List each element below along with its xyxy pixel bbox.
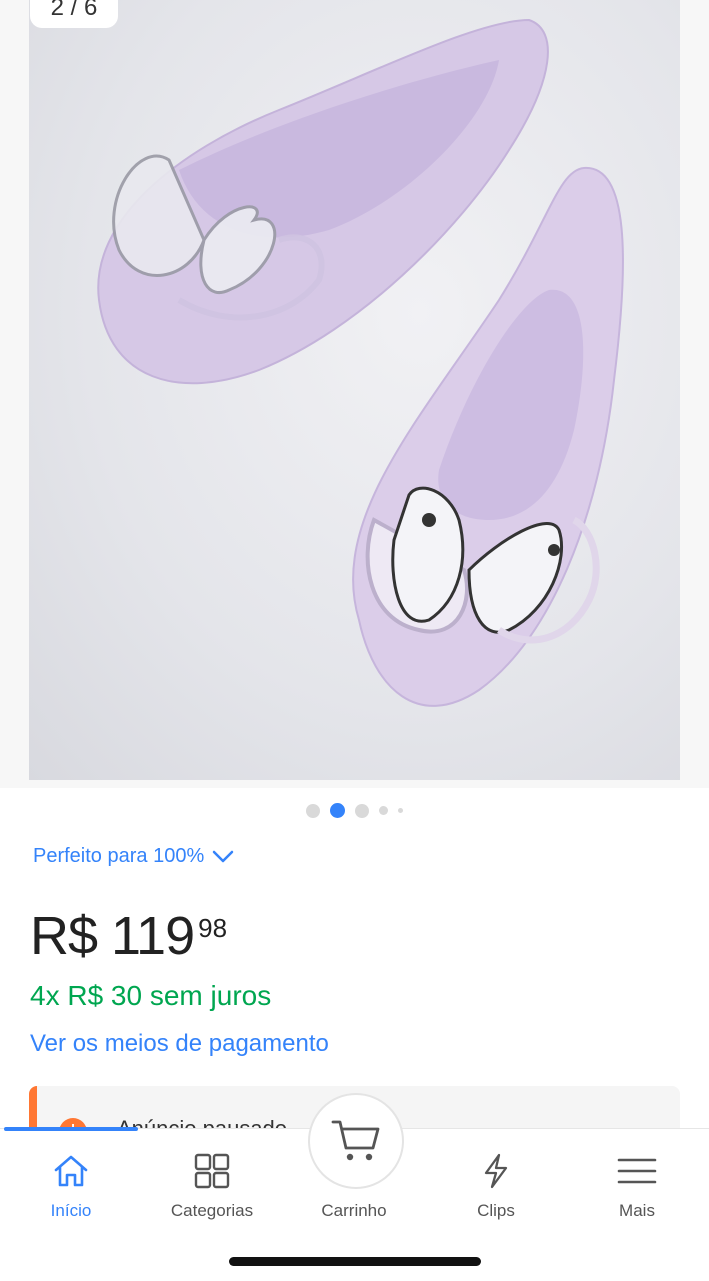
tab-home-label: Início xyxy=(50,1201,92,1220)
cart-icon xyxy=(331,1120,380,1161)
fit-selector[interactable]: Perfeito para 100% xyxy=(33,845,234,868)
product-image[interactable] xyxy=(29,0,680,780)
tab-clips[interactable]: Clips xyxy=(436,1149,556,1221)
payment-methods-link[interactable]: Ver os meios de pagamento xyxy=(30,1030,329,1058)
tab-categories-label: Categorias xyxy=(170,1201,254,1220)
price-cents: 98 xyxy=(198,913,228,943)
chevron-down-icon xyxy=(212,850,234,862)
clips-icon xyxy=(484,1153,508,1189)
pagination-dot[interactable] xyxy=(379,806,388,815)
cart-button[interactable] xyxy=(308,1093,404,1189)
tab-home[interactable]: Início xyxy=(11,1149,131,1221)
tab-clips-label: Clips xyxy=(477,1201,515,1220)
tab-cart-label: Carrinho xyxy=(321,1201,387,1220)
image-counter: 2 / 6 xyxy=(30,0,118,28)
product-price: R$ 119 98 xyxy=(30,905,227,967)
home-icon xyxy=(54,1155,88,1187)
pagination-dot[interactable] xyxy=(398,808,403,813)
menu-icon xyxy=(617,1158,657,1184)
installments-info: 4x R$ 30 sem juros xyxy=(30,980,272,1011)
categories-icon xyxy=(194,1153,230,1189)
tab-more[interactable]: Mais xyxy=(577,1149,697,1221)
fit-label: Perfeito para 100% xyxy=(33,845,205,867)
product-gallery[interactable]: 2 / 6 xyxy=(0,0,709,788)
pagination-dot[interactable] xyxy=(306,803,320,818)
price-amount: R$ 119 xyxy=(30,906,195,966)
home-indicator[interactable] xyxy=(229,1257,481,1266)
tab-categories[interactable]: Categorias xyxy=(152,1149,272,1221)
shoes-illustration xyxy=(97,18,624,707)
pagination-dot[interactable] xyxy=(355,803,369,818)
pagination-dot-active[interactable] xyxy=(330,803,345,818)
tab-progress-indicator xyxy=(4,1127,138,1131)
gallery-pagination[interactable] xyxy=(0,803,709,818)
tab-more-label: Mais xyxy=(619,1201,655,1220)
